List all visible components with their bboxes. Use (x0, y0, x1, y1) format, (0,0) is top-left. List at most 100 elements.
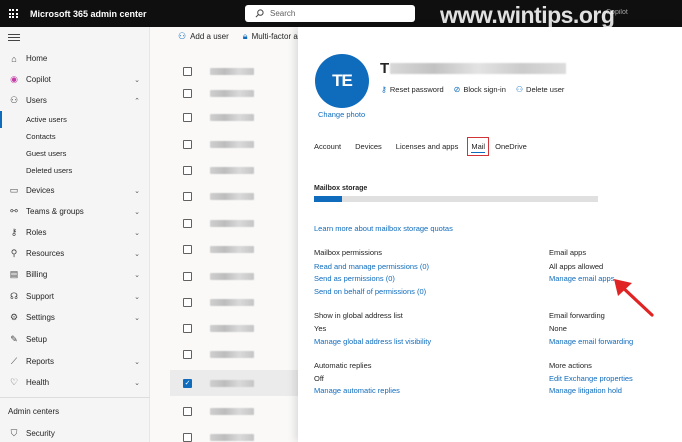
manage-automatic-replies-link[interactable]: Manage automatic replies (314, 386, 400, 395)
tab-licenses-apps[interactable]: Licenses and apps (396, 139, 459, 154)
manage-gal-visibility-link[interactable]: Manage global address list visibility (314, 337, 431, 346)
support-icon: ☊ (10, 291, 18, 301)
block-signin-button[interactable]: ⊘ Block sign-in (454, 85, 506, 94)
nav-item-guest-users[interactable]: Guest users (0, 145, 150, 162)
read-manage-permissions-link[interactable]: Read and manage permissions (0) (314, 262, 429, 271)
row-checkbox-checked[interactable]: ✓ (183, 378, 192, 388)
row-checkbox[interactable] (183, 244, 192, 254)
change-photo-link[interactable]: Change photo (318, 110, 365, 119)
nav-item-roles[interactable]: ⚷ Roles ⌄ (0, 222, 150, 243)
row-checkbox[interactable] (183, 139, 192, 149)
table-row[interactable] (170, 157, 300, 183)
redacted-name (210, 433, 254, 441)
manage-email-apps-link[interactable]: Manage email apps (549, 274, 614, 283)
table-row[interactable] (170, 183, 300, 209)
mfa-label: Multi-factor aut (251, 32, 305, 41)
table-row[interactable] (170, 131, 300, 157)
manage-email-forwarding-link[interactable]: Manage email forwarding (549, 337, 633, 346)
nav-item-billing[interactable]: ▤ Billing ⌄ (0, 264, 150, 285)
nav-item-active-users[interactable]: Active users (0, 111, 150, 128)
table-row[interactable] (170, 263, 300, 289)
nav-item-contacts[interactable]: Contacts (0, 128, 150, 145)
lock-icon: 🔒︎ (242, 31, 248, 41)
manage-litigation-hold-link[interactable]: Manage litigation hold (549, 386, 622, 395)
table-row[interactable] (170, 236, 300, 262)
row-checkbox[interactable] (183, 112, 192, 122)
delete-user-button[interactable]: ⚇ Delete user (516, 85, 565, 94)
tab-account[interactable]: Account (314, 139, 341, 154)
add-user-button[interactable]: ⚇ Add a user (178, 31, 229, 42)
tab-devices[interactable]: Devices (355, 139, 382, 154)
row-checkbox[interactable] (183, 66, 192, 76)
row-checkbox[interactable] (183, 406, 192, 416)
search-input[interactable]: Search (245, 5, 415, 22)
more-actions-heading: More actions (549, 361, 592, 370)
heart-icon: ♡ (9, 377, 19, 387)
nav-item-home[interactable]: ⌂ Home (0, 48, 150, 69)
nav-divider (0, 397, 150, 398)
table-row[interactable] (170, 210, 300, 236)
table-row[interactable] (170, 424, 300, 442)
app-title[interactable]: Microsoft 365 admin center (30, 9, 147, 19)
user-display-name: T (380, 60, 390, 77)
table-row[interactable] (170, 398, 300, 424)
nav-item-users[interactable]: ⚇ Users ⌃ (0, 90, 150, 111)
user-details-panel: TE Change photo T ⚷ Reset password ⊘ Block… (298, 27, 682, 442)
nav-item-security[interactable]: ⛉ Security (0, 423, 150, 442)
chevron-down-icon: ⌄ (134, 208, 140, 216)
row-checkbox[interactable] (183, 271, 192, 281)
row-checkbox[interactable] (183, 297, 192, 307)
table-row[interactable] (170, 315, 300, 341)
table-row[interactable] (170, 341, 300, 367)
redacted-name (210, 379, 254, 387)
nav-label: Roles (26, 228, 47, 237)
table-row[interactable] (170, 104, 300, 130)
redacted-name (210, 140, 254, 148)
row-checkbox[interactable] (183, 349, 192, 359)
send-on-behalf-link[interactable]: Send on behalf of permissions (0) (314, 287, 426, 296)
home-icon: ⌂ (11, 53, 17, 64)
tab-mail[interactable]: Mail (467, 137, 490, 156)
user-actions: ⚷ Reset password ⊘ Block sign-in ⚇ Delete u… (381, 85, 564, 94)
reset-password-button[interactable]: ⚷ Reset password (381, 85, 444, 94)
nav-item-deleted-users[interactable]: Deleted users (0, 162, 150, 179)
chevron-down-icon: ⌄ (134, 271, 140, 279)
row-checkbox[interactable] (183, 88, 192, 98)
nav-item-health[interactable]: ♡ Health ⌄ (0, 372, 150, 393)
mfa-button[interactable]: 🔒︎ Multi-factor aut (243, 31, 305, 42)
row-checkbox[interactable] (183, 165, 192, 175)
hamburger-icon[interactable] (8, 34, 20, 43)
nav-item-reports[interactable]: ⟋ Reports ⌄ (0, 351, 150, 372)
storage-quota-link[interactable]: Learn more about mailbox storage quotas (314, 224, 453, 233)
email-forwarding-heading: Email forwarding (549, 311, 605, 320)
nav-item-resources[interactable]: ⚲ Resources ⌄ (0, 243, 150, 264)
row-checkbox[interactable] (183, 218, 192, 228)
table-row-selected[interactable]: ✓ (170, 370, 300, 396)
watermark: www.wintips.org (440, 2, 615, 28)
nav-item-support[interactable]: ☊ Support ⌄ (0, 286, 150, 307)
edit-exchange-properties-link[interactable]: Edit Exchange properties (549, 374, 633, 383)
row-checkbox[interactable] (183, 323, 192, 333)
nav-label: Teams & groups (26, 207, 84, 216)
nav-label: Resources (26, 249, 65, 258)
table-row[interactable] (170, 289, 300, 315)
tab-mail-label: Mail (471, 142, 486, 153)
app-launcher-button[interactable] (0, 0, 26, 27)
nav-item-devices[interactable]: ▭ Devices ⌄ (0, 180, 150, 201)
redacted-name (210, 166, 254, 174)
nav-item-settings[interactable]: ⚙ Settings ⌄ (0, 307, 150, 328)
tab-onedrive[interactable]: OneDrive (495, 139, 527, 154)
row-checkbox[interactable] (183, 191, 192, 201)
avatar[interactable]: TE (315, 54, 369, 108)
email-apps-value: All apps allowed (549, 262, 604, 271)
table-row[interactable] (170, 80, 300, 106)
send-as-permissions-link[interactable]: Send as permissions (0) (314, 274, 395, 283)
chart-icon: ⟋ (10, 356, 18, 366)
gear-icon: ⚙ (9, 312, 19, 322)
nav-item-setup[interactable]: ✎ Setup (0, 329, 150, 350)
nav-item-teams-groups[interactable]: ⚯ Teams & groups ⌄ (0, 201, 150, 222)
nav-label: Copilot (26, 75, 51, 84)
nav-item-copilot[interactable]: ◉ Copilot ⌄ (0, 69, 150, 90)
left-navigation: ⌂ Home ◉ Copilot ⌄ ⚇ Users ⌃ Active user… (0, 27, 150, 442)
row-checkbox[interactable] (183, 432, 192, 442)
